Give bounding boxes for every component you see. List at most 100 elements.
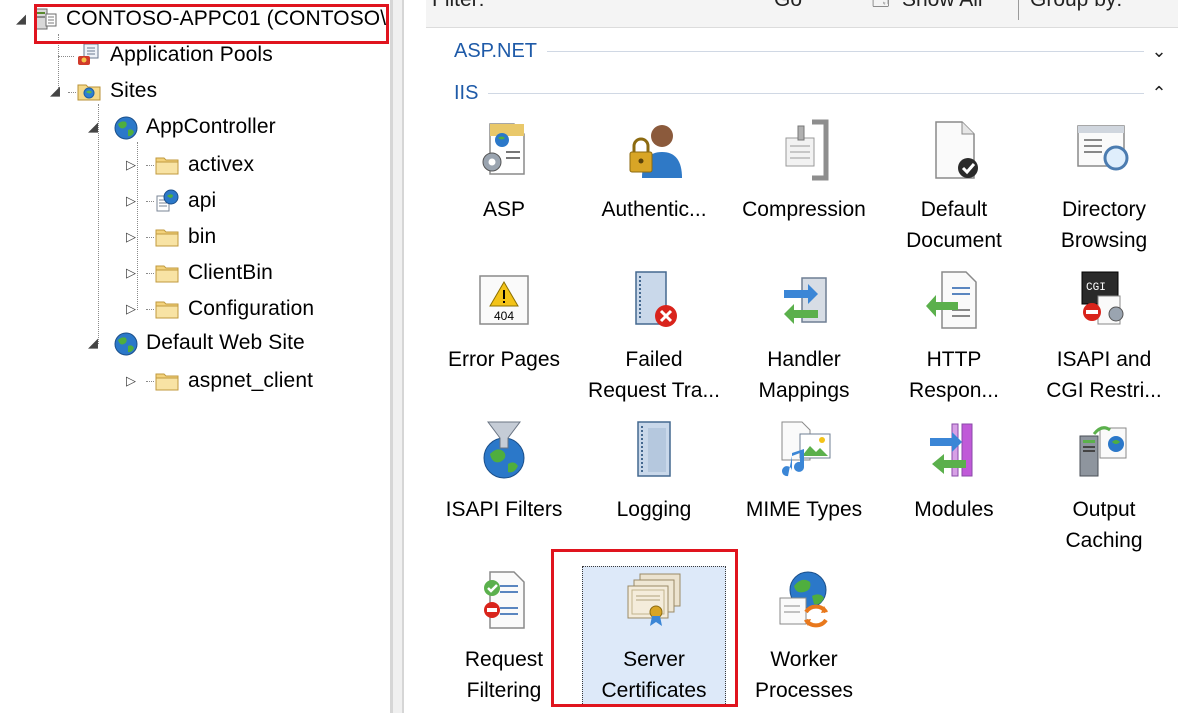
tree-node-label: ClientBin [188,261,273,284]
show-all-icon: 🗔 [872,0,890,10]
request-filtering-icon [472,568,536,632]
group-header-aspnet[interactable]: ASP.NET ⌄ [454,36,1174,66]
svg-text:404: 404 [494,309,514,323]
feature-compression[interactable]: Compression [729,118,879,225]
modules-icon [922,418,986,482]
feature-modules[interactable]: Modules [879,418,1029,525]
folder-icon [154,260,180,286]
group-divider [488,92,1144,94]
collapse-arrow-icon[interactable]: ◢ [14,11,28,26]
feature-failed-request-tracing[interactable]: Failed Request Tra... [579,268,729,406]
tree-node-bin[interactable]: ▷ bin [124,220,216,254]
tree-node-label: Application Pools [110,43,273,66]
tree-node-label: Default Web Site [146,331,305,354]
tree-node-label: api [188,189,217,212]
tree-node-configuration[interactable]: ▷ Configuration [124,292,314,326]
feature-label: Modules [914,498,994,521]
tree-node-sites[interactable]: ◢ Sites [48,74,157,108]
tree-node-default-web-site[interactable]: ◢ Default Web Site [86,326,305,360]
worker-processes-icon [772,568,836,632]
feature-label: Output Caching [1065,498,1143,552]
filter-label: Filter: [432,0,485,12]
group-name: IIS [454,81,479,104]
handler-mappings-icon [772,268,836,332]
folder-icon [154,224,180,250]
group-divider [547,50,1144,52]
feature-label: Default Document [906,198,1002,252]
feature-label: Error Pages [447,348,561,371]
feature-label: Handler Mappings [758,348,850,402]
feature-http-response-headers[interactable]: HTTP Respon... [879,268,1029,406]
feature-mime-types[interactable]: MIME Types [729,418,879,525]
feature-logging[interactable]: Logging [579,418,729,525]
show-all-button[interactable]: Show All [902,0,983,12]
authentication-icon [622,118,686,182]
feature-isapi-cgi-restrictions[interactable]: CGI ISAPI and CGI Restri... [1029,268,1178,406]
tree-node-label: AppController [146,115,276,138]
expand-arrow-icon[interactable]: ▷ [124,157,138,172]
feature-default-document[interactable]: Default Document [879,118,1029,256]
feature-worker-processes[interactable]: Worker Processes [729,568,879,706]
feature-label: Directory Browsing [1060,198,1148,252]
collapse-arrow-icon[interactable]: ◢ [86,335,100,350]
pane-splitter[interactable] [390,0,404,713]
tree-connector [58,56,74,57]
tree-node-label: bin [188,225,217,248]
feature-label: ISAPI and CGI Restri... [1046,348,1162,402]
tree-node-label: Configuration [188,297,315,320]
feature-label: Request Filtering [464,648,544,702]
sites-folder-icon [76,78,102,104]
group-name: ASP.NET [454,39,537,62]
collapse-arrow-icon[interactable]: ◢ [48,83,62,98]
chevron-down-icon[interactable]: ⌄ [1144,41,1174,62]
failed-request-tracing-icon [622,268,686,332]
globe-icon [112,114,138,140]
folder-icon [154,368,180,394]
chevron-up-icon[interactable]: ⌃ [1144,83,1174,104]
logging-icon [622,418,686,482]
feature-label: ASP [482,198,526,221]
svg-text:CGI: CGI [1086,282,1106,294]
tree-node-api[interactable]: ▷ api [124,184,216,218]
toolbar-separator [1018,0,1019,20]
error-pages-icon: 404 [472,268,536,332]
go-button[interactable]: Go [774,0,802,12]
feature-label: MIME Types [745,498,863,521]
isapi-cgi-restrictions-icon: CGI [1072,268,1136,332]
compression-icon [772,118,836,182]
tree-node-clientbin[interactable]: ▷ ClientBin [124,256,273,290]
app-pool-icon [76,42,102,68]
mime-types-icon [772,418,836,482]
tree-node-aspnet-client[interactable]: ▷ aspnet_client [124,364,313,398]
expand-arrow-icon[interactable]: ▷ [124,373,138,388]
tree-node-appcontroller[interactable]: ◢ AppController [86,110,276,144]
tree-node-activex[interactable]: ▷ activex [124,148,254,182]
server-certificates-highlight [551,549,738,707]
folder-icon [154,296,180,322]
feature-handler-mappings[interactable]: Handler Mappings [729,268,879,406]
feature-directory-browsing[interactable]: Directory Browsing [1029,118,1178,256]
feature-authentication[interactable]: Authentic... [579,118,729,225]
feature-error-pages[interactable]: 404 Error Pages [429,268,579,375]
folder-icon [154,152,180,178]
isapi-filters-icon [472,418,536,482]
collapse-arrow-icon[interactable]: ◢ [86,119,100,134]
feature-asp[interactable]: ASP [429,118,579,225]
feature-label: Compression [742,198,866,221]
http-response-headers-icon [922,268,986,332]
group-by-button[interactable]: Group by: [1030,0,1122,12]
feature-output-caching[interactable]: Output Caching [1029,418,1178,556]
output-caching-icon [1072,418,1136,482]
features-view: Filter: Go 🗔 Show All Group by: ASP.NET … [404,0,1178,713]
expand-arrow-icon[interactable]: ▷ [124,265,138,280]
expand-arrow-icon[interactable]: ▷ [124,301,138,316]
expand-arrow-icon[interactable]: ▷ [124,229,138,244]
feature-label: Logging [616,498,692,521]
tree-node-label: activex [188,153,255,176]
tree-node-label: Sites [110,79,158,102]
expand-arrow-icon[interactable]: ▷ [124,193,138,208]
filter-toolbar: Filter: Go 🗔 Show All Group by: [426,0,1178,28]
feature-label: ISAPI Filters [445,498,563,521]
group-header-iis[interactable]: IIS ⌃ [454,78,1174,108]
feature-isapi-filters[interactable]: ISAPI Filters [429,418,579,525]
